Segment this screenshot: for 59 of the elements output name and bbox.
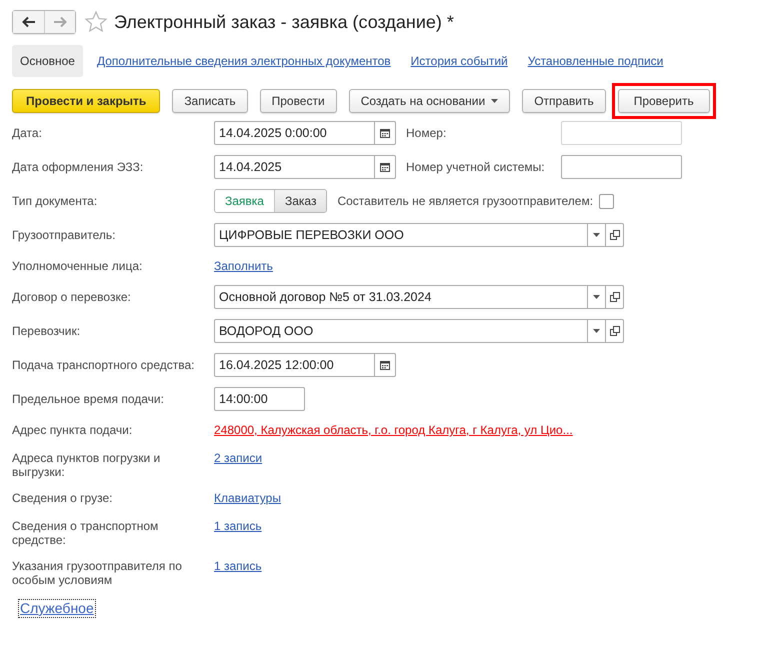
dropdown-arrow-icon bbox=[593, 329, 600, 333]
time-field[interactable]: 14:00:00 bbox=[214, 387, 305, 411]
link[interactable]: 1 запись bbox=[214, 517, 262, 533]
field-label: Дата: bbox=[12, 125, 43, 140]
link[interactable]: 1 запись bbox=[214, 557, 262, 573]
field-label: Перевозчик: bbox=[12, 323, 82, 338]
field-label: Подача транспортного средства: bbox=[12, 357, 196, 372]
toolbar-button[interactable]: Записать bbox=[172, 89, 248, 113]
link[interactable]: Клавиатуры bbox=[214, 489, 281, 505]
field-label: Номер учетной системы: bbox=[406, 160, 546, 174]
calendar-icon bbox=[380, 162, 390, 172]
tab[interactable]: Основное bbox=[12, 45, 83, 77]
field-label: Уполномоченные лица: bbox=[12, 258, 144, 273]
field-label: Номер: bbox=[406, 126, 448, 140]
checkbox[interactable] bbox=[599, 194, 614, 208]
field-label: Дата оформления ЭЗЗ: bbox=[12, 159, 144, 174]
calendar-icon bbox=[380, 128, 390, 138]
star-icon[interactable] bbox=[84, 10, 108, 34]
window-title: Электронный заказ - заявка (создание) * bbox=[114, 12, 454, 32]
caret-icon bbox=[491, 99, 498, 103]
back-button[interactable] bbox=[13, 11, 44, 33]
right-arrow-icon bbox=[53, 16, 67, 28]
open-window-icon bbox=[610, 292, 620, 302]
field-label: Адреса пунктов погрузки и выгрузки: bbox=[12, 450, 162, 479]
link[interactable]: Служебное bbox=[18, 599, 96, 618]
date-field[interactable]: 16.04.2025 12:00:00 bbox=[214, 353, 396, 377]
date-field[interactable]: 14.04.2025 bbox=[214, 155, 396, 179]
tab[interactable]: История событий bbox=[402, 45, 516, 77]
field-label: Тип документа: bbox=[12, 193, 98, 208]
select-field[interactable]: ЦИФРОВЫЕ ПЕРЕВОЗКИ ООО bbox=[214, 223, 624, 247]
toolbar-button[interactable]: Провести bbox=[260, 89, 337, 113]
toolbar-button[interactable]: Провести и закрыть bbox=[12, 89, 160, 113]
field-label: Предельное время подачи: bbox=[12, 391, 165, 406]
link[interactable]: Заполнить bbox=[214, 257, 273, 273]
input-field[interactable] bbox=[561, 155, 682, 179]
open-window-icon bbox=[610, 230, 620, 240]
field-label: Указания грузоотправителя по особым условиям bbox=[12, 558, 183, 587]
toggle-option[interactable]: Заказ bbox=[274, 190, 326, 212]
dropdown-arrow-icon bbox=[593, 233, 600, 237]
left-arrow-icon bbox=[22, 16, 36, 28]
dropdown-arrow-icon bbox=[593, 295, 600, 299]
calendar-icon bbox=[380, 360, 390, 370]
field-label: Договор о перевозке: bbox=[12, 289, 132, 304]
link[interactable]: 2 записи bbox=[214, 449, 262, 465]
field-label: Сведения о грузе: bbox=[12, 490, 114, 505]
link[interactable]: 248000, Калужская область, г.о. город Калуга, г Калуга, ул Цио... bbox=[214, 421, 573, 437]
toolbar-button[interactable]: Проверить bbox=[618, 89, 710, 113]
select-field[interactable]: Основной договор №5 от 31.03.2024 bbox=[214, 285, 624, 309]
toolbar-button[interactable]: Отправить bbox=[522, 89, 606, 113]
field-label: Сведения о транспортном средстве: bbox=[12, 518, 160, 547]
field-label: Грузоотправитель: bbox=[12, 227, 116, 242]
field-label: Адрес пункта подачи: bbox=[12, 422, 134, 437]
tab[interactable]: Установленные подписи bbox=[520, 45, 672, 77]
tab[interactable]: Дополнительные сведения электронных документов bbox=[88, 45, 399, 77]
checkbox-label: Составитель не является грузоотправителем: bbox=[337, 194, 594, 208]
date-field[interactable]: 14.04.2025 0:00:00 bbox=[214, 121, 396, 145]
select-field[interactable]: ВОДОРОД ООО bbox=[214, 319, 624, 343]
open-window-icon bbox=[610, 326, 620, 336]
dropdown-button[interactable]: Создать на основании bbox=[348, 89, 510, 113]
